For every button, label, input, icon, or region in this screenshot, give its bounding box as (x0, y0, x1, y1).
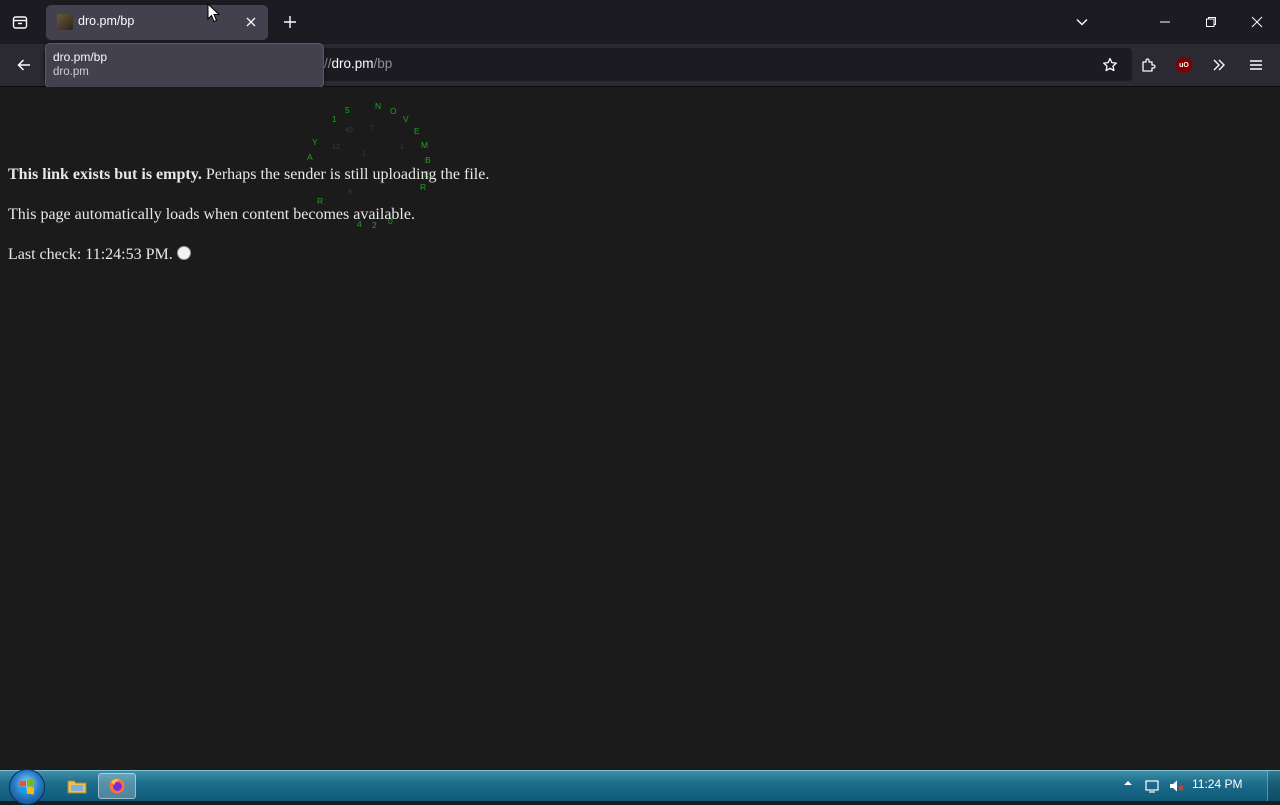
clock-digit: 1 (400, 144, 404, 151)
hamburger-menu-icon[interactable] (1243, 52, 1269, 78)
clock-letter: E (414, 126, 420, 136)
action-center-icon[interactable] (1144, 778, 1160, 794)
windows-taskbar: 11:24 PM (0, 769, 1280, 805)
tooltip-title: dro.pm/bp (53, 50, 108, 64)
file-explorer-taskbar-button[interactable] (58, 773, 96, 799)
site-favicon-icon (57, 14, 73, 30)
clock-letter: R (317, 196, 324, 206)
clock-letter: B (425, 155, 431, 165)
tooltip-host: dro.pm (53, 66, 89, 78)
clock-digit: 7 (370, 125, 374, 132)
taskbar-clock[interactable]: 11:24 PM (1192, 777, 1242, 791)
close-tab-icon[interactable] (242, 13, 260, 31)
clock-letter: A (307, 152, 313, 162)
extensions-puzzle-icon[interactable] (1135, 52, 1161, 78)
chevron-down-icon[interactable] (1071, 11, 1093, 33)
clock-letter: 1 (332, 114, 337, 124)
firefox-icon (109, 778, 125, 794)
tab-title: dro.pm/bp (78, 14, 135, 28)
back-arrow-icon[interactable] (10, 51, 38, 79)
tab-tooltip: dro.pm/bp dro.pm (45, 43, 324, 88)
clock-letter: M (421, 140, 429, 150)
clock-digit: 1 (362, 151, 366, 158)
overflow-chevrons-icon[interactable] (1206, 52, 1232, 78)
url-text: //dro.pm/bp (324, 56, 393, 71)
tray-overflow-arrow-icon[interactable] (1123, 778, 1133, 788)
clock-letter: 5 (345, 105, 350, 115)
firefox-view-icon[interactable] (8, 10, 32, 34)
windows-logo-icon (20, 779, 34, 795)
folder-icon (67, 780, 87, 794)
empty-link-message: This link exists but is empty. Perhaps t… (8, 166, 489, 184)
volume-muted-icon[interactable] (1168, 778, 1186, 794)
firefox-taskbar-button[interactable] (98, 773, 136, 799)
clock-letter: O (390, 106, 397, 116)
auto-load-message: This page automatically loads when conte… (8, 206, 415, 223)
new-tab-icon[interactable] (279, 11, 301, 33)
clock-letter: N (375, 101, 382, 111)
tab-strip: dro.pm/bp (0, 0, 1280, 44)
last-check-time: 11:24:53 PM. (85, 246, 173, 263)
restore-icon[interactable] (1188, 8, 1234, 36)
clock-digit: 40 (345, 127, 353, 134)
show-desktop-button[interactable] (1267, 771, 1280, 801)
minimize-icon[interactable] (1142, 8, 1188, 36)
clock-letter: Y (312, 137, 318, 147)
clock-letter: V (403, 114, 409, 124)
ublock-origin-icon[interactable]: uO (1171, 52, 1197, 78)
tab-active[interactable]: dro.pm/bp (46, 5, 268, 40)
last-check-line: Last check: 11:24:53 PM. (8, 246, 191, 264)
close-window-icon[interactable] (1234, 8, 1280, 36)
last-check-label: Last check: (8, 246, 86, 263)
bookmark-star-icon[interactable] (1098, 53, 1122, 77)
clock-digit: 5 (348, 189, 352, 196)
mouse-cursor-icon (207, 3, 220, 23)
page-content: 5 N O V E M B E R 1 Y A R 4 2 0 40 7 12 … (0, 87, 1280, 770)
upload-hint: Perhaps the sender is still uploading th… (201, 166, 490, 183)
empty-link-heading: This link exists but is empty. (8, 166, 202, 183)
loading-spinner-icon (176, 246, 191, 260)
clock-digit: 12 (332, 144, 340, 151)
